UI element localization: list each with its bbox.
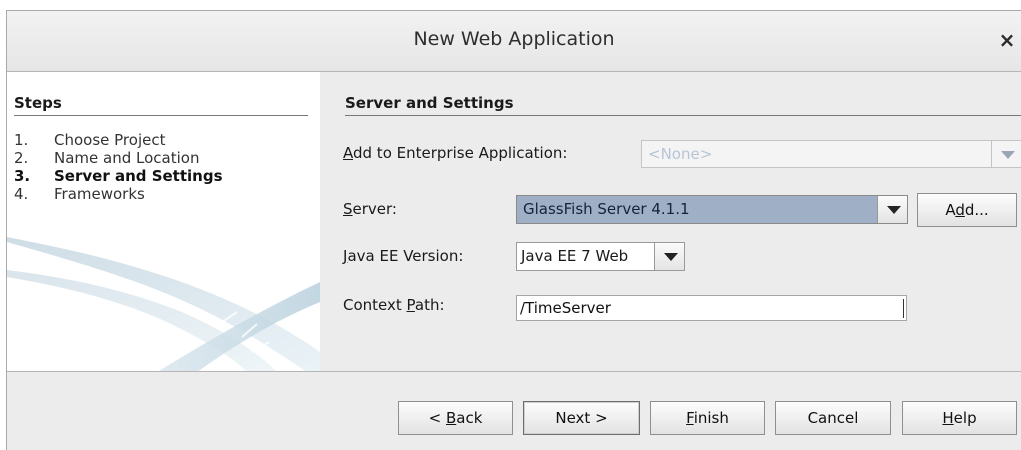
mnemonic: P (406, 296, 415, 314)
text-caret (903, 299, 904, 318)
combo-value: GlassFish Server 4.1.1 (523, 200, 690, 218)
combo-value: <None> (648, 145, 713, 163)
server-combo[interactable]: GlassFish Server 4.1.1 (516, 195, 908, 224)
mnemonic: A (343, 144, 353, 162)
step-number: 2. (14, 149, 29, 167)
java-ee-version-label: Java EE Version: (343, 247, 463, 265)
step-frameworks: 4. Frameworks (14, 185, 223, 203)
context-path-field[interactable] (516, 295, 907, 321)
step-number: 4. (14, 185, 29, 203)
dialog-title: New Web Application (413, 28, 615, 50)
netbeans-swoosh-graphic (7, 237, 320, 371)
button-text: Cancel (807, 409, 859, 427)
enterprise-application-label: Add to Enterprise Application: (343, 144, 567, 162)
enterprise-application-combo[interactable]: <None> (641, 140, 1021, 168)
mnemonic: B (445, 409, 457, 427)
next-button[interactable]: Next > (523, 401, 640, 435)
button-text: < (428, 409, 446, 427)
mnemonic: S (343, 200, 353, 218)
server-label: Server: (343, 200, 397, 218)
button-text: inish (693, 409, 729, 427)
chevron-down-icon[interactable] (654, 243, 684, 270)
add-server-button[interactable]: Add... (917, 193, 1017, 227)
panel-heading: Server and Settings (345, 94, 514, 112)
label-text: erver: (352, 200, 397, 218)
step-server-and-settings: 3. Server and Settings (14, 167, 223, 185)
steps-list: 1. Choose Project 2. Name and Location 3. S… (14, 131, 223, 203)
context-path-label: Context Path: (343, 296, 445, 314)
label-text: ath: (414, 296, 445, 314)
button-text: A (945, 201, 956, 219)
step-choose-project: 1. Choose Project (14, 131, 223, 149)
label-text: dd to Enterprise Application: (353, 144, 568, 162)
steps-heading-divider (14, 115, 308, 116)
settings-panel: Server and Settings Add to Enterprise Ap… (320, 72, 1021, 371)
step-number: 3. (14, 167, 31, 185)
close-icon[interactable]: × (997, 29, 1017, 51)
button-text: d... (964, 201, 989, 219)
cancel-button[interactable]: Cancel (775, 401, 891, 435)
button-text: Next > (555, 409, 608, 427)
java-ee-version-combo[interactable]: Java EE 7 Web (516, 242, 685, 271)
chevron-down-icon[interactable] (991, 141, 1021, 167)
step-name-and-location: 2. Name and Location (14, 149, 223, 167)
step-label: Name and Location (54, 149, 200, 167)
step-number: 1. (14, 131, 29, 149)
combo-value: Java EE 7 Web (521, 247, 629, 265)
chevron-down-icon[interactable] (877, 196, 907, 223)
step-label: Frameworks (54, 185, 145, 203)
label-text: Context (343, 296, 407, 314)
button-bar: < Back Next > Finish Cancel Help (7, 372, 1021, 450)
finish-button[interactable]: Finish (650, 401, 765, 435)
label-text: ava EE Version: (347, 247, 464, 265)
panel-heading-divider (345, 115, 1021, 116)
step-label: Choose Project (54, 131, 166, 149)
mnemonic: H (942, 409, 954, 427)
new-web-application-dialog: New Web Application × Steps 1. Choose Pro… (6, 10, 1021, 450)
button-text: elp (953, 409, 977, 427)
help-button[interactable]: Help (902, 401, 1017, 435)
mnemonic: F (686, 409, 694, 427)
button-text: ack (456, 409, 483, 427)
mnemonic: d (955, 201, 965, 219)
steps-heading: Steps (14, 94, 62, 112)
back-button[interactable]: < Back (398, 401, 513, 435)
title-bar[interactable]: New Web Application × (7, 11, 1021, 71)
steps-panel: Steps 1. Choose Project 2. Name and Locati… (7, 72, 320, 371)
step-label: Server and Settings (54, 167, 223, 185)
context-path-input[interactable] (520, 298, 900, 318)
